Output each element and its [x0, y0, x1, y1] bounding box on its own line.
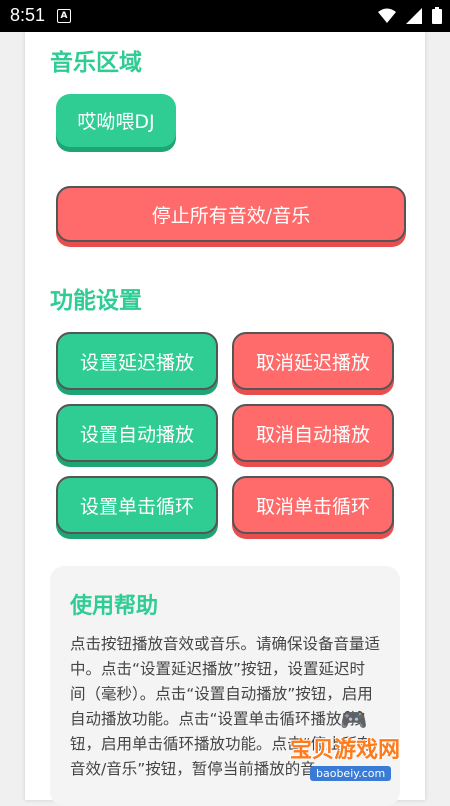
set-auto-button[interactable]: 设置自动播放: [56, 404, 218, 462]
watermark-url: baobeiy.com: [310, 766, 392, 781]
cancel-loop-button[interactable]: 取消单击循环: [232, 476, 394, 534]
wifi-icon: [378, 8, 396, 23]
status-time: 8:51: [10, 5, 46, 25]
help-title: 使用帮助: [70, 594, 159, 619]
music-section-title: 音乐区域: [50, 50, 142, 76]
track-button-aiyowei-dj[interactable]: 哎呦喂DJ: [56, 94, 176, 147]
watermark-logo: 🎮 宝贝游戏网 baobeiy.com: [290, 708, 420, 792]
cancel-auto-button[interactable]: 取消自动播放: [232, 404, 394, 462]
set-delay-button[interactable]: 设置延迟播放: [56, 332, 218, 390]
signal-icon: [406, 7, 422, 24]
status-bar: 8:51 A: [0, 0, 450, 32]
stop-all-button[interactable]: 停止所有音效/音乐: [56, 186, 406, 242]
battery-icon: [432, 7, 442, 24]
watermark-text: 宝贝游戏网: [290, 738, 401, 763]
status-icons: [378, 7, 442, 24]
set-loop-button[interactable]: 设置单击循环: [56, 476, 218, 534]
settings-section-title: 功能设置: [50, 288, 142, 314]
gamepad-icon: 🎮: [340, 708, 368, 733]
notification-icon: A: [57, 9, 71, 23]
cancel-delay-button[interactable]: 取消延迟播放: [232, 332, 394, 390]
